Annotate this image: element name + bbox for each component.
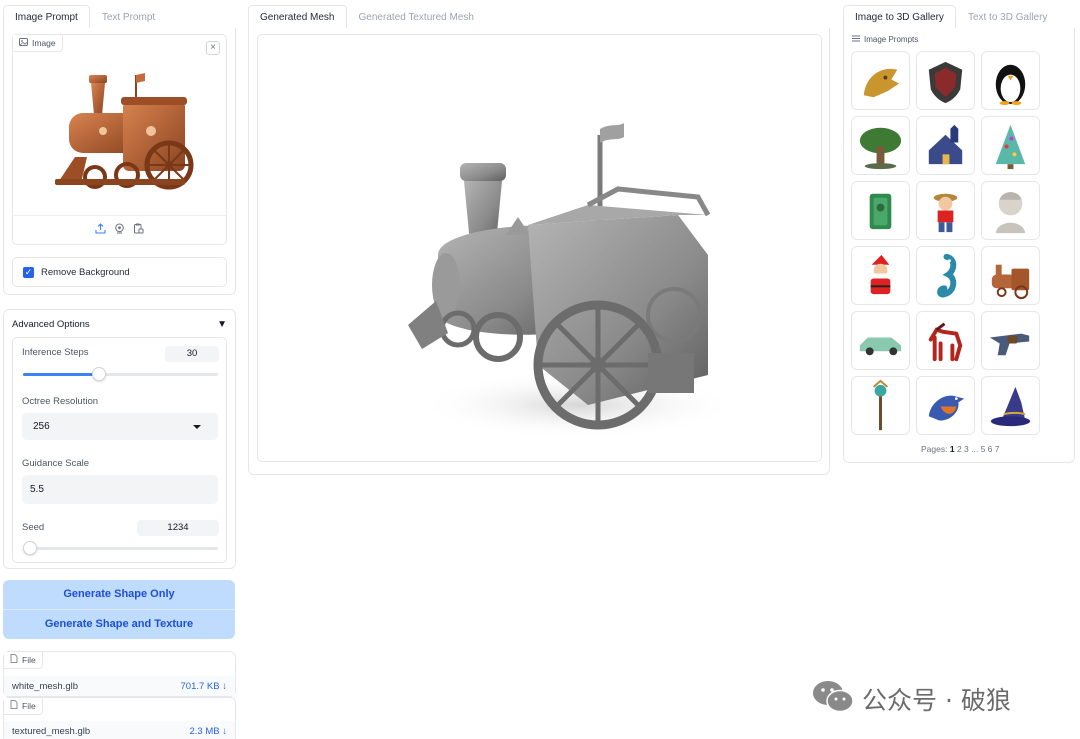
train-icon[interactable] [981, 246, 1040, 305]
file-label: File [4, 652, 43, 669]
gallery-section-label: Image Prompts [852, 35, 918, 44]
advanced-options-title: Advanced Options [12, 318, 90, 330]
christmas-tree-icon[interactable] [981, 116, 1040, 175]
tab-image-prompt[interactable]: Image Prompt [3, 5, 90, 29]
file-download-link[interactable]: 701.7 KB ↓ [181, 681, 227, 692]
inference-steps-thumb[interactable] [92, 367, 106, 381]
inference-steps-label: Inference Steps [22, 347, 89, 358]
page-current[interactable]: 1 [950, 444, 955, 454]
center-tabs: Generated Mesh Generated Textured Mesh [248, 5, 830, 29]
clipboard-icon[interactable] [133, 223, 144, 237]
list-icon [852, 35, 860, 44]
file-name: white_mesh.glb [12, 680, 79, 692]
remove-background-checkbox[interactable]: ✓ [23, 266, 34, 278]
santa-icon[interactable] [851, 246, 910, 305]
file-output-textured: File textured_mesh.glb 2.3 MB ↓ [3, 697, 236, 739]
file-icon [10, 652, 18, 669]
mesh-viewer-panel [248, 28, 830, 475]
seed-thumb[interactable] [23, 541, 37, 555]
generate-shape-texture-button[interactable]: Generate Shape and Texture [3, 610, 235, 639]
bust-icon[interactable] [981, 181, 1040, 240]
file-icon [10, 698, 18, 715]
page-links[interactable]: 2 3 ... 5 6 7 [957, 444, 1000, 454]
tab-image-to-3d-gallery[interactable]: Image to 3D Gallery [843, 5, 956, 29]
guidance-scale-input[interactable]: 5.5 [22, 475, 218, 504]
tab-generated-textured-mesh[interactable]: Generated Textured Mesh [347, 5, 486, 28]
wizard-hat-icon[interactable] [981, 376, 1040, 435]
pirate-figure-icon[interactable] [916, 181, 975, 240]
staff-icon[interactable] [851, 376, 910, 435]
gallery-panel: Image Prompts Pages: 1 2 3 ... 5 6 7 [843, 28, 1075, 463]
shield-icon[interactable] [916, 51, 975, 110]
octree-resolution-select[interactable]: 256 [22, 413, 218, 440]
image-icon [19, 35, 28, 52]
image-label: Image [13, 35, 63, 52]
inference-steps-input[interactable]: 30 [165, 346, 219, 362]
tab-text-prompt[interactable]: Text Prompt [90, 5, 167, 28]
seed-label: Seed [22, 522, 45, 533]
file-row-textured-mesh[interactable]: textured_mesh.glb 2.3 MB ↓ [4, 721, 235, 739]
watermark: 公众号 · 破狼 [812, 679, 1011, 719]
wechat-icon [812, 679, 854, 719]
jade-pendant-icon[interactable] [851, 181, 910, 240]
remove-background-label: Remove Background [41, 266, 130, 278]
remove-background-box: ✓ Remove Background [12, 257, 227, 287]
penguin-icon[interactable] [981, 51, 1040, 110]
left-tabs: Image Prompt Text Prompt [3, 5, 235, 29]
file-name: textured_mesh.glb [12, 725, 91, 737]
tab-generated-mesh[interactable]: Generated Mesh [248, 5, 347, 29]
upload-icon[interactable] [95, 223, 106, 237]
seed-slider[interactable] [23, 541, 218, 555]
image-prompt-panel: Image × ✓ Remove Background [3, 28, 236, 295]
bird-icon[interactable] [916, 376, 975, 435]
collapse-triangle-icon[interactable]: ▼ [217, 319, 227, 330]
seahorse-icon[interactable] [916, 246, 975, 305]
inference-steps-fill [23, 373, 99, 376]
dragon-head-icon[interactable] [851, 51, 910, 110]
file-output-white: File white_mesh.glb 701.7 KB ↓ [3, 651, 236, 697]
file-download-link[interactable]: 2.3 MB ↓ [190, 726, 228, 737]
train-mesh-render[interactable] [388, 105, 728, 445]
dropdown-arrow-icon [193, 425, 201, 429]
webcam-icon[interactable] [114, 223, 125, 237]
file-label: File [4, 698, 43, 715]
image-actions [13, 215, 226, 244]
right-tabs: Image to 3D Gallery Text to 3D Gallery [843, 5, 1075, 29]
advanced-options-header[interactable]: Advanced Options ▼ [12, 317, 227, 331]
advanced-options-body: Inference Steps 30 Octree Resolution 256… [12, 337, 227, 563]
seed-input[interactable]: 1234 [137, 520, 219, 536]
octree-resolution-label: Octree Resolution [22, 396, 99, 407]
advanced-options-panel: Advanced Options ▼ Inference Steps 30 Oc… [3, 309, 236, 569]
train-prompt-image [55, 73, 194, 190]
image-upload-box[interactable]: Image × [12, 34, 227, 245]
tree-icon[interactable] [851, 116, 910, 175]
car-icon[interactable] [851, 311, 910, 370]
generate-shape-only-button[interactable]: Generate Shape Only [3, 580, 235, 609]
house-icon[interactable] [916, 116, 975, 175]
horse-icon[interactable] [916, 311, 975, 370]
inference-steps-slider[interactable] [23, 367, 218, 381]
mesh-viewer-canvas[interactable] [257, 34, 822, 462]
pagination: Pages: 1 2 3 ... 5 6 7 [921, 444, 1000, 454]
file-row-white-mesh[interactable]: white_mesh.glb 701.7 KB ↓ [4, 676, 235, 696]
close-icon[interactable]: × [206, 41, 220, 55]
tab-text-to-3d-gallery[interactable]: Text to 3D Gallery [956, 5, 1059, 28]
guidance-scale-label: Guidance Scale [22, 458, 90, 469]
revolver-icon[interactable] [981, 311, 1040, 370]
